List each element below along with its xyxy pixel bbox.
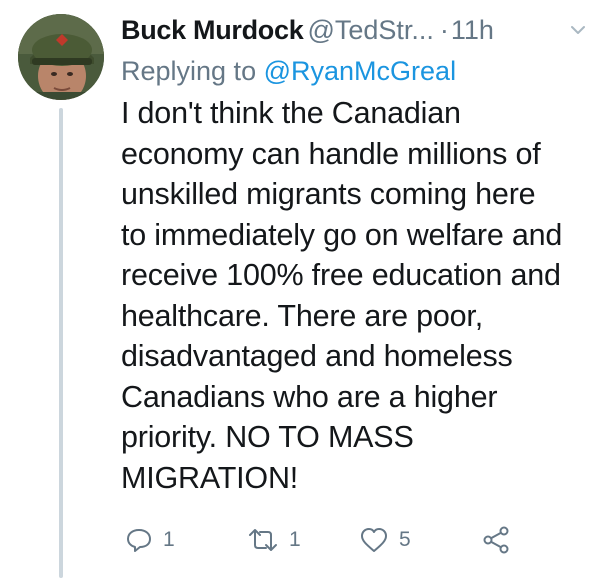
like-button[interactable]: 5	[359, 522, 411, 558]
retweet-icon	[249, 529, 277, 551]
avatar[interactable]	[18, 14, 104, 100]
display-name[interactable]: Buck Murdock	[121, 15, 304, 45]
timestamp[interactable]: 11h	[451, 15, 494, 45]
replying-to: Replying to @RyanMcGreal	[121, 54, 456, 88]
user-handle[interactable]: @TedStr...	[307, 15, 433, 45]
separator-dot: ·	[439, 15, 449, 45]
retweet-count: 1	[289, 528, 301, 551]
tweet-text-line: unskilled migrants coming here	[121, 177, 536, 211]
tweet-text-line: economy can handle millions of	[121, 136, 541, 171]
thread-line	[59, 108, 63, 578]
tweet-text-line: priority. NO TO MASS	[121, 420, 414, 454]
tweet-text-line: disadvantaged and homeless	[121, 339, 513, 373]
chevron-down-icon[interactable]	[571, 25, 585, 35]
tweet-text-line: MIGRATION!	[121, 460, 299, 495]
tweet-card[interactable]: Buck Murdock @TedStr... ·11h Replying to @…	[0, 0, 600, 578]
reply-icon	[127, 529, 151, 552]
reply-button[interactable]: 1	[125, 522, 175, 558]
reply-mention-link[interactable]: @RyanMcGreal	[264, 56, 456, 86]
reply-count: 1	[163, 528, 175, 551]
tweet-text-line: healthcare. There are poor,	[121, 298, 483, 333]
like-count: 5	[399, 528, 411, 551]
tweet-text: I don't think the Canadian economy can h…	[121, 93, 591, 498]
tweet-header: Buck Murdock @TedStr... ·11h	[121, 13, 591, 47]
avatar-photo	[18, 14, 104, 100]
share-icon	[483, 526, 509, 554]
tweet-actions: 1 1 5	[121, 522, 591, 558]
tweet-text-line: Canadians who are a higher	[121, 379, 498, 414]
tweet-text-line: to immediately go on welfare and	[121, 217, 563, 252]
retweet-button[interactable]: 1	[247, 522, 301, 558]
reply-prefix: Replying to	[121, 56, 257, 86]
share-button[interactable]	[481, 522, 511, 558]
tweet-text-line: receive 100% free education and	[121, 258, 561, 292]
heart-icon	[361, 528, 387, 552]
tweet-text-line: I don't think the Canadian	[121, 96, 461, 130]
